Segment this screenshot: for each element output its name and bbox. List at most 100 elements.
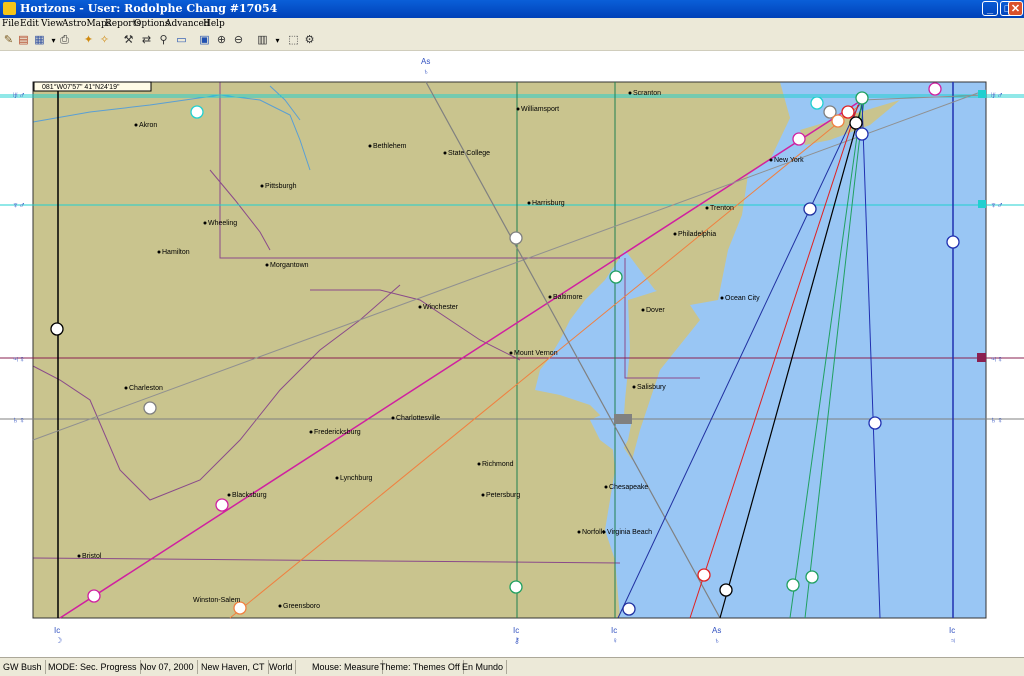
saturn-marker-2[interactable] (509, 231, 523, 245)
venus-marker-5[interactable] (855, 91, 869, 105)
grid-dropdown-icon[interactable]: ▾ (271, 34, 284, 47)
status-mundo: En Mundo (459, 660, 508, 674)
svg-text:♅♂: ♅♂ (12, 90, 26, 100)
city-label: New York (774, 157, 804, 164)
uranus-marker[interactable] (190, 105, 204, 119)
status-mode: MODE: Sec. Progress (45, 660, 141, 674)
mars-marker-2[interactable] (841, 105, 855, 119)
window-title: Horizons - User: Rodolphe Chang #17054 (20, 2, 278, 15)
astro-map[interactable]: ♅♂ ♆♂ ♃♀ ♄♀ ♅♂ ♆♂ ♃♀ ♄♀ As ♄ Ic ☽ Ic ⚷ I… (0, 51, 1024, 657)
menu-file[interactable]: File (2, 19, 19, 29)
city-label: Bethlehem (373, 143, 407, 150)
city-label: Mount Vernon (514, 350, 558, 357)
city-label: Williamsport (521, 106, 559, 113)
minimize-button[interactable]: _ (982, 1, 998, 16)
settings-icon[interactable]: ⚙ (303, 34, 316, 47)
transfer-icon[interactable]: ⇄ (140, 34, 153, 47)
ic-label-3: Ic (611, 626, 617, 635)
status-mouse: Mouse: Measure (309, 660, 384, 674)
city-label: Lynchburg (340, 475, 373, 482)
svg-text:♅♂: ♅♂ (990, 90, 1004, 100)
jupiter-marker-3[interactable] (868, 416, 882, 430)
astro2-icon[interactable]: ✧ (98, 34, 111, 47)
monitor-icon[interactable]: ▭ (175, 34, 188, 47)
saturn-marker[interactable] (143, 401, 157, 415)
neptune-marker-2[interactable] (803, 202, 817, 216)
moon-marker-2[interactable] (719, 583, 733, 597)
select-icon[interactable]: ⬚ (287, 34, 300, 47)
menu-edit[interactable]: Edit (20, 19, 39, 29)
moon-glyph-bottom: ☽ (55, 636, 62, 645)
chart-icon[interactable]: ▤ (17, 34, 30, 47)
city-label: Virginia Beach (607, 529, 652, 536)
svg-text:♄♀: ♄♀ (12, 415, 26, 425)
venus-marker[interactable] (87, 589, 101, 603)
city-label: Norfolk (582, 529, 605, 536)
astro-map-area[interactable]: ♅♂ ♆♂ ♃♀ ♄♀ ♅♂ ♆♂ ♃♀ ♄♀ As ♄ Ic ☽ Ic ⚷ I… (0, 51, 1024, 657)
tool-icon[interactable]: ⚒ (122, 34, 135, 47)
toolbar: ✎ ▤ ▦ ▾ ⎙ ✦ ✧ ⚒ ⇄ ⚲ ▭ ▣ ⊕ ⊖ ▥ ▾ ⬚ ⚙ (0, 32, 1024, 51)
city-label: Winston-Salem (193, 597, 241, 604)
city-label: Harrisburg (532, 200, 565, 207)
city-label: State College (448, 150, 490, 157)
city-label: Salisbury (637, 384, 666, 391)
menu-astromaps[interactable]: AstroMaps (62, 19, 111, 29)
title-bar: Horizons - User: Rodolphe Chang #17054 _… (0, 0, 1024, 18)
city-label: Richmond (482, 461, 514, 468)
pencil-icon[interactable]: ✎ (2, 34, 15, 47)
status-person: GW Bush (0, 660, 46, 674)
coordinate-readout: 081°W07'57" 41°N24'19" (42, 83, 120, 91)
city-label: Scranton (633, 90, 661, 97)
venus-marker-6[interactable] (928, 82, 942, 96)
chiron-marker[interactable] (509, 580, 523, 594)
svg-text:♃♀: ♃♀ (12, 354, 26, 364)
as-label-top: As (421, 57, 430, 66)
city-label: Akron (139, 122, 157, 129)
ic-label-4: Ic (949, 626, 955, 635)
venus-glyph-bottom: ♀ (612, 636, 618, 645)
city-label: Winchester (423, 304, 459, 311)
city-label: Hamilton (162, 249, 190, 256)
city-label: Baltimore (553, 294, 583, 301)
svg-text:♆♂: ♆♂ (990, 200, 1004, 210)
svg-text:♄♀: ♄♀ (990, 415, 1004, 425)
grid-icon[interactable]: ▥ (256, 34, 269, 47)
as-label-bottom: As (712, 626, 721, 635)
status-theme: Theme: Themes Off (377, 660, 464, 674)
close-button[interactable]: ✕ (1008, 1, 1023, 16)
print-icon[interactable]: ⎙ (58, 34, 71, 47)
mars-marker[interactable] (697, 568, 711, 582)
measure-icon[interactable]: ⚲ (157, 34, 170, 47)
venus-marker-4[interactable] (805, 570, 819, 584)
neptune-marker[interactable] (622, 602, 636, 616)
app-icon (3, 2, 16, 15)
status-bar: GW Bush MODE: Sec. Progress Nov 07, 2000… (0, 657, 1024, 676)
venus-marker-2[interactable] (215, 498, 229, 512)
saturn-glyph-top: ♄ (423, 67, 429, 76)
moon-marker[interactable] (50, 322, 64, 336)
sun-marker-2[interactable] (831, 114, 845, 128)
pluto-marker[interactable] (792, 132, 806, 146)
jupiter-edge-marker (977, 353, 986, 362)
city-label: Ocean City (725, 295, 760, 302)
zoom-in-icon[interactable]: ⊕ (215, 34, 228, 47)
city-label: Morgantown (270, 262, 309, 269)
zoom-out-icon[interactable]: ⊖ (232, 34, 245, 47)
city-label: Philadelphia (678, 231, 716, 238)
venus-marker-3[interactable] (609, 270, 623, 284)
menu-view[interactable]: View (41, 19, 63, 29)
uranus-marker-2[interactable] (810, 96, 824, 110)
city-label: Wheeling (208, 220, 237, 227)
edit-chart-icon[interactable]: ▦ (33, 34, 46, 47)
menu-help[interactable]: Help (203, 19, 225, 29)
moon-marker-3[interactable] (849, 116, 863, 130)
saturn-center-marker (614, 414, 632, 424)
jupiter-marker[interactable] (855, 127, 869, 141)
city-label: Blacksburg (232, 492, 267, 499)
chiron-marker-2[interactable] (786, 578, 800, 592)
city-label: Charleston (129, 385, 163, 392)
map-icon[interactable]: ▣ (198, 34, 211, 47)
astro-icon[interactable]: ✦ (82, 34, 95, 47)
jupiter-marker-2[interactable] (946, 235, 960, 249)
city-label: Trenton (710, 205, 734, 212)
